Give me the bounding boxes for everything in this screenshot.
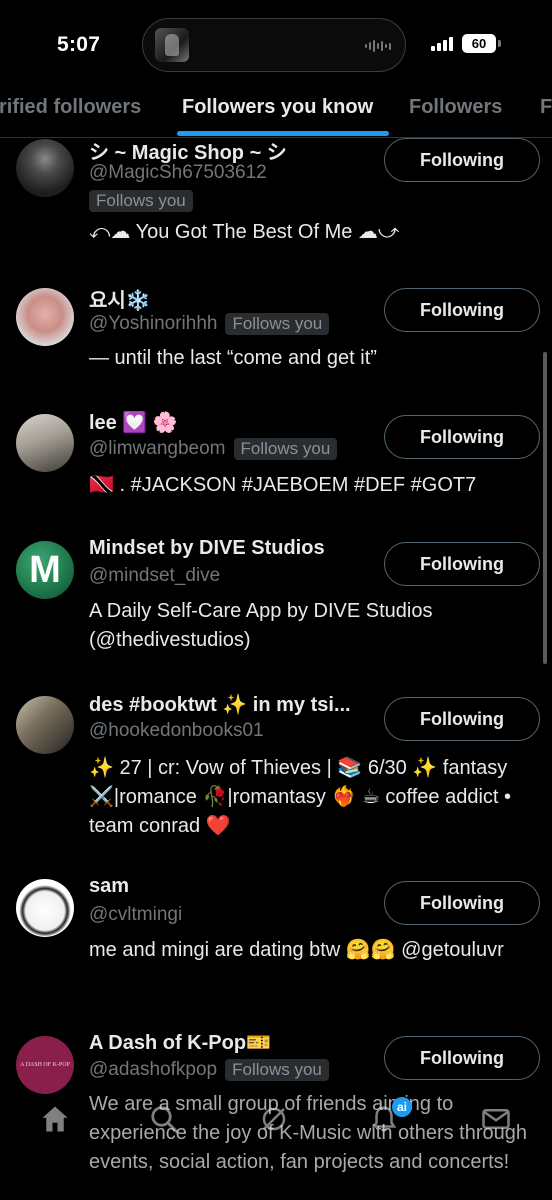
clock: 5:07 — [57, 33, 101, 56]
handle-text: @adashofkpop — [89, 1059, 218, 1080]
following-button[interactable]: Following — [384, 697, 540, 741]
dynamic-island[interactable] — [142, 18, 406, 72]
username: @cvltmingi — [89, 904, 182, 926]
user-bio: — until the last “come and get it” — [89, 347, 377, 369]
tab-following[interactable]: F — [540, 96, 552, 119]
user-bio: ✨ 27 | cr: Vow of Thieves | 📚 6/30 ✨ fan… — [89, 757, 512, 837]
following-button[interactable]: Following — [384, 138, 540, 182]
display-name[interactable]: lee 💟 🌸 — [89, 410, 178, 435]
avatar[interactable] — [16, 288, 74, 346]
handle-text: @cvltmingi — [89, 904, 183, 925]
audio-waveform-icon — [365, 39, 391, 53]
following-button[interactable]: Following — [384, 288, 540, 332]
display-name[interactable]: Mindset by DIVE Studios — [89, 537, 325, 560]
scrollbar[interactable] — [543, 352, 547, 664]
notification-count-badge: ai — [392, 1097, 412, 1117]
username: @Yoshinorihhh Follows you — [89, 313, 330, 335]
follows-you-badge: Follows you — [233, 438, 338, 460]
avatar[interactable] — [16, 696, 74, 754]
grok-icon[interactable] — [259, 1104, 289, 1134]
avatar[interactable]: A DASH OF K-POP — [16, 1036, 74, 1094]
display-name[interactable]: des #booktwt ✨ in my tsi... — [89, 692, 351, 717]
avatar[interactable] — [16, 139, 74, 197]
followers-tab-bar: rified followers Followers you know Foll… — [0, 86, 552, 138]
avatar[interactable] — [16, 414, 74, 472]
username: @MagicSh67503612 — [89, 162, 267, 184]
tab-followers-you-know[interactable]: Followers you know — [182, 96, 373, 119]
battery-nub — [498, 40, 501, 47]
following-button[interactable]: Following — [384, 881, 540, 925]
followers-list: シ ~ Magic Shop ~ シ @MagicSh67503612 Foll… — [0, 138, 552, 1200]
username: @limwangbeom Follows you — [89, 438, 338, 460]
avatar-logo-text: A DASH OF K-POP — [20, 1062, 70, 1068]
tab-verified-followers[interactable]: rified followers — [0, 96, 141, 119]
battery-icon: 60 — [462, 34, 496, 53]
bottom-navigation-bar — [0, 1090, 552, 1150]
display-name[interactable]: シ ~ Magic Shop ~ シ — [89, 138, 287, 165]
search-icon[interactable] — [149, 1104, 179, 1134]
messages-envelope-icon[interactable] — [481, 1104, 511, 1134]
handle-text: @limwangbeom — [89, 438, 226, 459]
status-bar: 5:07 60 — [0, 0, 552, 86]
username: @hookedonbooks01 — [89, 720, 264, 742]
display-name[interactable]: A Dash of K-Pop🎫 — [89, 1030, 271, 1055]
display-name[interactable]: sam — [89, 875, 129, 898]
cellular-signal-icon — [431, 36, 453, 51]
user-bio: ⤺☁︎ You Got The Best Of Me ☁︎⤻ — [89, 221, 400, 243]
user-bio: A Daily Self-Care App by DIVE Studios (@… — [89, 600, 433, 651]
user-bio: 🇹🇹 . #JACKSON #JAEBOEM #DEF #GOT7 — [89, 474, 477, 496]
home-icon[interactable] — [40, 1104, 70, 1134]
tab-followers[interactable]: Followers — [409, 96, 502, 119]
avatar[interactable]: M — [16, 541, 74, 599]
active-tab-indicator — [177, 131, 389, 136]
avatar[interactable] — [16, 879, 74, 937]
display-name[interactable]: 요시❄️ — [89, 284, 151, 313]
username: @adashofkpop Follows you — [89, 1059, 329, 1081]
now-playing-artwork[interactable] — [155, 28, 189, 62]
follows-you-badge: Follows you — [89, 190, 193, 212]
handle-text: @Yoshinorihhh — [89, 313, 218, 334]
following-button[interactable]: Following — [384, 1036, 540, 1080]
following-button[interactable]: Following — [384, 415, 540, 459]
follows-you-badge: Follows you — [225, 313, 330, 335]
username: @mindset_dive — [89, 565, 220, 587]
following-button[interactable]: Following — [384, 542, 540, 586]
handle-text: @hookedonbooks01 — [89, 720, 264, 741]
avatar-letter: M — [29, 548, 61, 591]
follows-you-badge: Follows you — [225, 1059, 329, 1081]
handle-text: @mindset_dive — [89, 565, 221, 586]
user-bio: me and mingi are dating btw 🤗🤗 @getouluv… — [89, 939, 504, 961]
handle-text: @MagicSh67503612 — [89, 162, 267, 183]
